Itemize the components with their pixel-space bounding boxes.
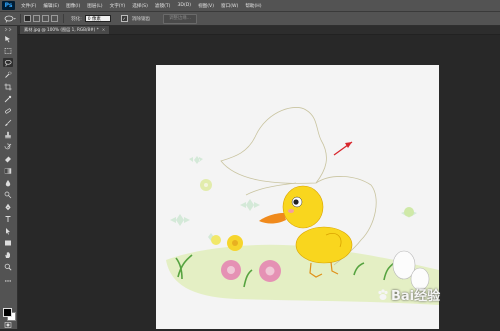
watermark: Bai经验 — [377, 285, 440, 304]
separator — [20, 14, 21, 23]
menu-filter[interactable]: 滤镜(T) — [155, 3, 171, 9]
edit-toolbar-button[interactable] — [3, 276, 13, 285]
tools-panel — [0, 26, 18, 329]
move-tool[interactable] — [3, 34, 13, 43]
document-tab-title: 素材.jpg @ 100% (图层 1, RGB/8#) * — [24, 27, 99, 32]
hand-icon — [5, 251, 10, 258]
red-arrow-annotation — [333, 141, 353, 156]
separator — [63, 14, 64, 23]
move-icon — [5, 35, 10, 42]
marquee-tool[interactable] — [3, 46, 13, 55]
foreground-color-swatch[interactable] — [3, 308, 12, 317]
menu-file[interactable]: 文件(F) — [21, 3, 36, 9]
zoom-tool[interactable] — [3, 262, 13, 271]
eraser-icon — [5, 156, 11, 162]
options-bar: 羽化: 0 像素 ✓ 消除锯齿 调整边缘... — [0, 12, 500, 26]
lasso-icon — [4, 15, 16, 23]
refine-edge-button[interactable]: 调整边缘... — [163, 13, 197, 24]
crop-tool[interactable] — [3, 82, 13, 91]
menu-edit[interactable]: 编辑(E) — [43, 3, 59, 9]
bandage-icon — [5, 107, 11, 114]
menu-image[interactable]: 图像(I) — [66, 3, 80, 9]
gradient-icon — [4, 167, 12, 174]
subtract-from-selection-button[interactable] — [42, 15, 49, 22]
rectangle-marquee-icon — [4, 47, 12, 54]
quick-mask-button[interactable] — [3, 322, 13, 328]
more-tools-icon — [5, 279, 11, 282]
menu-3d[interactable]: 3D(D) — [177, 3, 191, 8]
tool-preset-picker[interactable] — [3, 14, 17, 23]
antialias-checkbox[interactable]: ✓ — [120, 15, 128, 22]
brush-tool[interactable] — [3, 118, 13, 127]
dodge-tool[interactable] — [3, 190, 13, 199]
antialias-label: 消除锯齿 — [131, 16, 151, 22]
pen-icon — [5, 203, 11, 210]
menu-bar: Ps 文件(F) 编辑(E) 图像(I) 图层(L) 文字(Y) 选择(S) 滤… — [0, 0, 500, 12]
clone-stamp-tool[interactable] — [3, 130, 13, 139]
menu-select[interactable]: 选择(S) — [132, 3, 148, 9]
eyedropper-icon — [4, 95, 12, 102]
menu-layer[interactable]: 图层(L) — [87, 3, 102, 9]
crop-icon — [4, 83, 12, 90]
pen-tool[interactable] — [3, 202, 13, 211]
lasso-icon — [4, 59, 12, 66]
eraser-tool[interactable] — [3, 154, 13, 163]
quick-mask-icon — [4, 322, 12, 328]
rectangle-shape-icon — [5, 240, 11, 245]
menu-type[interactable]: 文字(Y) — [110, 3, 126, 9]
dodge-icon — [4, 191, 12, 198]
quick-select-tool[interactable] — [3, 70, 13, 79]
blur-tool[interactable] — [3, 178, 13, 187]
stamp-icon — [5, 131, 11, 138]
menu-help[interactable]: 帮助(H) — [245, 3, 261, 9]
spot-healing-tool[interactable] — [3, 106, 13, 115]
gradient-tool[interactable] — [3, 166, 13, 175]
new-selection-button[interactable] — [24, 15, 31, 22]
document-tab-bar: 素材.jpg @ 100% (图层 1, RGB/8#) * × — [18, 26, 500, 35]
menu-window[interactable]: 窗口(W) — [221, 3, 238, 9]
hand-tool[interactable] — [3, 250, 13, 259]
feather-input[interactable]: 0 像素 — [84, 15, 111, 22]
shape-tool[interactable] — [3, 238, 13, 247]
feather-label: 羽化: — [71, 16, 82, 22]
history-brush-icon — [4, 143, 12, 149]
path-select-tool[interactable] — [3, 226, 13, 235]
arrow-cursor-icon — [6, 227, 10, 234]
eyedropper-tool[interactable] — [3, 94, 13, 103]
water-drop-icon — [5, 179, 11, 186]
photoshop-logo: Ps — [2, 1, 15, 10]
type-tool[interactable] — [3, 214, 13, 223]
panel-collapse-icon[interactable] — [0, 27, 17, 32]
document-tab[interactable]: 素材.jpg @ 100% (图层 1, RGB/8#) * × — [20, 26, 110, 34]
history-brush-tool[interactable] — [3, 142, 13, 151]
type-icon — [5, 215, 11, 222]
watermark-text: Bai经验 — [391, 289, 441, 304]
close-tab-icon[interactable]: × — [102, 27, 106, 32]
intersect-selection-button[interactable] — [51, 15, 58, 22]
lasso-tool[interactable] — [3, 58, 13, 67]
add-to-selection-button[interactable] — [33, 15, 40, 22]
quick-select-icon — [5, 71, 12, 78]
brush-icon — [5, 119, 12, 126]
color-swatches[interactable] — [3, 308, 16, 321]
menu-view[interactable]: 视图(V) — [198, 3, 214, 9]
baidu-paw-icon — [378, 288, 388, 300]
magnifier-icon — [4, 263, 12, 271]
